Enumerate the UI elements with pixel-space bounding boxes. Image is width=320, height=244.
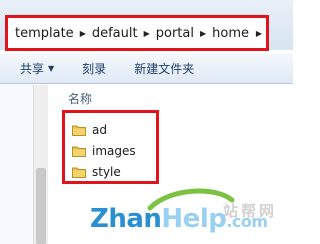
breadcrumb-separator-arrow-icon[interactable]: ▶ xyxy=(77,29,89,38)
share-button-label: 共享 xyxy=(20,62,45,76)
watermark-brand-dark: Zhan xyxy=(90,204,162,234)
folder-list: ad images style xyxy=(62,110,159,184)
column-header-name[interactable]: 名称 xyxy=(68,90,92,107)
breadcrumb-separator-arrow-icon[interactable]: ▶ xyxy=(141,29,153,38)
breadcrumb-item-portal[interactable]: portal xyxy=(153,26,197,41)
share-button[interactable]: 共享 ▼ xyxy=(20,60,54,77)
dropdown-arrow-icon: ▼ xyxy=(48,64,55,73)
breadcrumb-item-home[interactable]: home xyxy=(209,26,252,41)
folder-icon xyxy=(72,145,86,157)
breadcrumb-expand-arrow-icon[interactable]: ▶ xyxy=(256,29,262,38)
breadcrumb-item-default[interactable]: default xyxy=(89,26,141,41)
command-toolbar: 共享 ▼ 刻录 新建文件夹 xyxy=(0,54,293,84)
list-item-folder-ad[interactable]: ad xyxy=(65,119,156,140)
burn-button-label: 刻录 xyxy=(82,62,107,76)
folder-name: ad xyxy=(92,122,107,137)
scrollbar-thumb[interactable] xyxy=(36,168,46,244)
new-folder-button[interactable]: 新建文件夹 xyxy=(134,60,194,77)
folder-icon xyxy=(72,166,86,178)
list-item-folder-style[interactable]: style xyxy=(65,161,156,182)
folder-name: style xyxy=(92,164,121,179)
burn-button[interactable]: 刻录 xyxy=(82,60,106,77)
new-folder-button-label: 新建文件夹 xyxy=(134,62,195,76)
watermark-brand: ZhanHelp.com xyxy=(90,204,268,234)
breadcrumb-item-template[interactable]: template xyxy=(12,26,77,41)
watermark-brand-light: Help xyxy=(161,204,227,234)
breadcrumb-separator-arrow-icon[interactable]: ▶ xyxy=(197,29,209,38)
folder-name: images xyxy=(92,143,136,158)
folder-icon xyxy=(72,124,86,136)
list-item-folder-images[interactable]: images xyxy=(65,140,156,161)
watermark-brand-suffix: .com xyxy=(226,212,268,231)
breadcrumb[interactable]: template ▶ default ▶ portal ▶ home ▶ xyxy=(5,15,269,51)
